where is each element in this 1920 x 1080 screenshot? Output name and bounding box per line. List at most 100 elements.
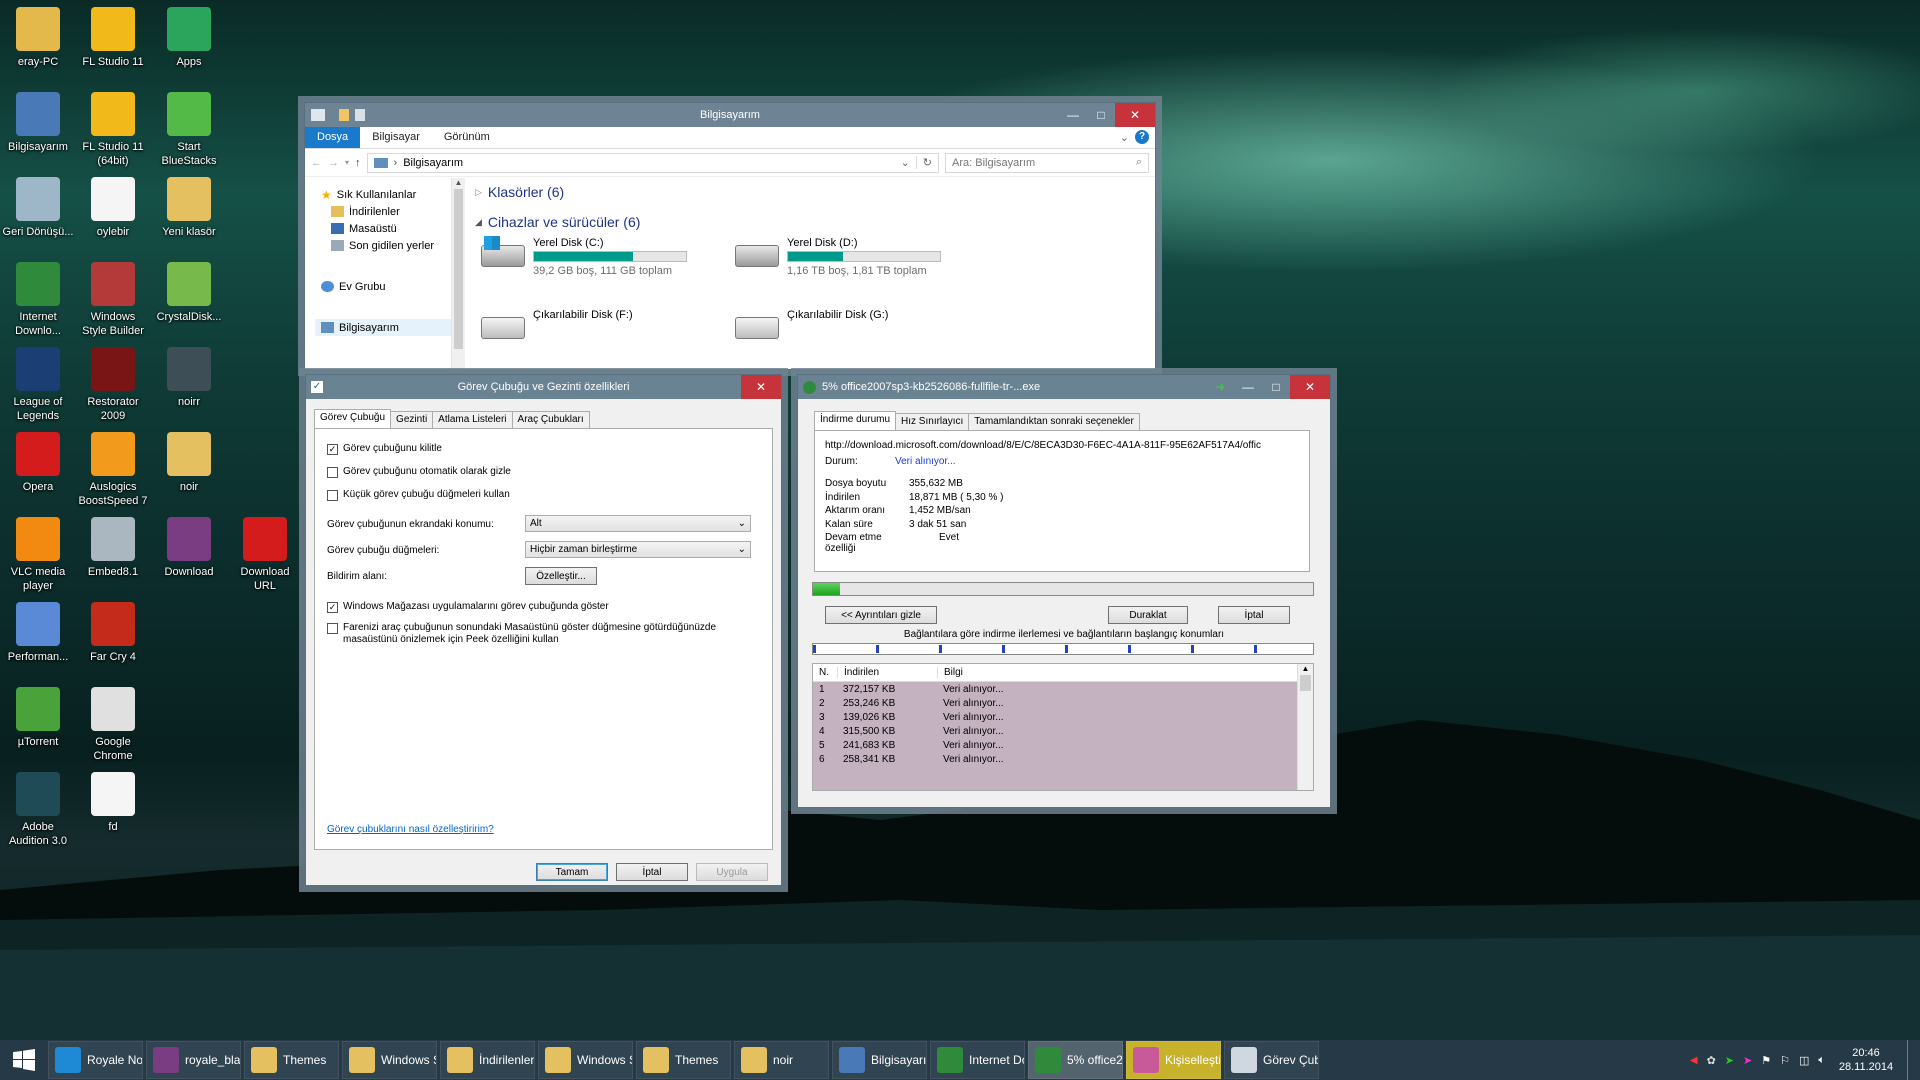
help-icon[interactable]: ?	[1135, 130, 1149, 144]
close-button[interactable]: ✕	[741, 375, 781, 399]
table-row[interactable]: 1 372,157 KB Veri alınıyor...	[813, 682, 1297, 696]
desktop-icon-google-chrome[interactable]: Google Chrome	[77, 687, 149, 763]
search-input[interactable]: Ara: Bilgisayarım ⌕	[945, 152, 1149, 173]
close-button[interactable]: ✕	[1290, 375, 1330, 399]
desktop-icon-eray-pc[interactable]: eray-PC	[2, 7, 74, 69]
taskbar-item[interactable]: Windows S...	[342, 1041, 437, 1079]
help-link[interactable]: Görev çubuklarını nasıl özelleştiririm?	[327, 824, 494, 835]
taskbar-item[interactable]: Görev Çub...	[1224, 1041, 1319, 1079]
desktop-icon-vlc-media-player[interactable]: VLC media player	[2, 517, 74, 593]
pause-button[interactable]: Duraklat	[1108, 606, 1188, 624]
refresh-icon[interactable]: ↻	[915, 156, 932, 169]
table-scrollbar[interactable]: ▲	[1297, 664, 1313, 790]
tab-computer[interactable]: Bilgisayar	[360, 127, 432, 148]
checkbox-box[interactable]: ✓	[327, 444, 338, 455]
position-select[interactable]: Alt ⌄	[525, 515, 751, 532]
autohide-checkbox[interactable]: Görev çubuğunu otomatik olarak gizle	[327, 466, 511, 478]
tray-volume-icon[interactable]: 🔈︎	[1818, 1054, 1825, 1067]
table-row[interactable]: 5 241,683 KB Veri alınıyor...	[813, 738, 1297, 752]
lock-taskbar-checkbox[interactable]: ✓ Görev çubuğunu kilitle	[327, 443, 442, 455]
taskbar-item[interactable]: royale_blac...	[146, 1041, 241, 1079]
desktop-icon-apps[interactable]: Apps	[153, 7, 225, 69]
nav-favorites[interactable]: ★ Sık Kullanılanlar	[321, 186, 454, 203]
dialog-titlebar[interactable]: ✓ Görev Çubuğu ve Gezinti özellikleri ✕	[306, 375, 781, 399]
tab-navigation[interactable]: Gezinti	[390, 411, 434, 428]
properties-icon[interactable]	[339, 109, 349, 121]
nav-recent-places[interactable]: Son gidilen yerler	[321, 237, 454, 254]
start-button[interactable]	[0, 1040, 48, 1080]
desktop-icon-fl-studio-11[interactable]: FL Studio 11	[77, 7, 149, 69]
desktop-icon-download-url[interactable]: Download URL	[229, 517, 301, 593]
customize-button[interactable]: Özelleştir...	[525, 567, 597, 585]
tray-utorrent-icon[interactable]: ➤	[1743, 1054, 1752, 1067]
up-icon[interactable]: ↑	[355, 157, 361, 169]
newfolder-icon[interactable]	[355, 109, 365, 121]
ok-button[interactable]: Tamam	[536, 863, 608, 881]
store-apps-checkbox[interactable]: ✓ Windows Mağazası uygulamalarını görev ç…	[327, 601, 609, 613]
taskbar-item[interactable]: İndirilenler	[440, 1041, 535, 1079]
taskbar-item[interactable]: Themes	[636, 1041, 731, 1079]
tray-app-icon[interactable]: ✿	[1707, 1054, 1716, 1067]
peek-checkbox[interactable]: Farenizi araç çubuğunun sonundaki Masaüs…	[327, 622, 757, 646]
desktop-icon-embed8-1[interactable]: Embed8.1	[77, 517, 149, 579]
maximize-button[interactable]: □	[1262, 375, 1290, 399]
idm-titlebar[interactable]: 5% office2007sp3-kb2526086-fullfile-tr-.…	[798, 375, 1330, 399]
tray-action-center-icon[interactable]: ⚐	[1780, 1054, 1790, 1067]
taskbar-item[interactable]: Themes	[244, 1041, 339, 1079]
desktop-icon-restorator-2009[interactable]: Restorator 2009	[77, 347, 149, 423]
desktop-icon-yeni-klas-r[interactable]: Yeni klasör	[153, 177, 225, 239]
checkbox-box[interactable]: ✓	[327, 602, 338, 613]
tray-network-icon[interactable]: ◫	[1799, 1054, 1809, 1067]
desktop-icon-crystaldisk[interactable]: CrystalDisk...	[153, 262, 225, 324]
apply-button[interactable]: Uygula	[696, 863, 768, 881]
devices-header[interactable]: ◢ Cihazlar ve sürücüler (6)	[475, 211, 1155, 233]
desktop-icon-performan[interactable]: Performan...	[2, 602, 74, 664]
tab-view[interactable]: Görünüm	[432, 127, 502, 148]
tray-arrow-icon[interactable]: ◀	[1690, 1055, 1698, 1066]
desktop-icon-fl-studio-11-64bit[interactable]: FL Studio 11 (64bit)	[77, 92, 149, 168]
folders-header[interactable]: ▷ Klasörler (6)	[475, 181, 1155, 203]
desktop-icon-geri-d-n[interactable]: Geri Dönüşü...	[2, 177, 74, 239]
desktop-icon-far-cry-4[interactable]: Far Cry 4	[77, 602, 149, 664]
tab-download-status[interactable]: İndirme durumu	[814, 411, 897, 430]
maximize-button[interactable]: □	[1087, 103, 1115, 127]
tab-taskbar[interactable]: Görev Çubuğu	[314, 409, 392, 428]
taskbar-item[interactable]: 5% office2...	[1028, 1041, 1123, 1079]
taskbar-item[interactable]: Bilgisayarım	[832, 1041, 927, 1079]
desktop-icon-oylebir[interactable]: oylebir	[77, 177, 149, 239]
cancel-button[interactable]: İptal	[1218, 606, 1290, 624]
desktop-icon-internet-downlo[interactable]: Internet Downlo...	[2, 262, 74, 338]
tab-speed-limiter[interactable]: Hız Sınırlayıcı	[895, 413, 970, 430]
table-row[interactable]: 4 315,500 KB Veri alınıyor...	[813, 724, 1297, 738]
drive-g[interactable]: Çıkarılabilir Disk (G:)	[735, 309, 945, 353]
tab-toolbars[interactable]: Araç Çubukları	[511, 411, 590, 428]
checkbox-box[interactable]	[327, 490, 338, 501]
recent-icon[interactable]: ▾	[345, 158, 349, 167]
drive-f[interactable]: Çıkarılabilir Disk (F:)	[481, 309, 691, 353]
ribbon-expand-icon[interactable]: ⌄	[1114, 127, 1135, 148]
tab-jump-lists[interactable]: Atlama Listeleri	[432, 411, 513, 428]
checkbox-box[interactable]	[327, 467, 338, 478]
tray-flag-icon[interactable]: ⚑	[1761, 1054, 1771, 1067]
explorer-titlebar[interactable]: Bilgisayarım — □ ✕	[305, 103, 1155, 127]
taskbar-item[interactable]: Internet Do...	[930, 1041, 1025, 1079]
show-desktop-button[interactable]	[1907, 1040, 1912, 1080]
scroll-thumb[interactable]	[454, 189, 463, 349]
tray-idm-icon[interactable]: ➤	[1725, 1054, 1734, 1067]
taskbar-item[interactable]: Windows S...	[538, 1041, 633, 1079]
pin-icon[interactable]: ➜	[1206, 375, 1234, 399]
back-icon[interactable]: ←	[311, 157, 322, 169]
address-dropdown-icon[interactable]: ⌄	[901, 156, 910, 169]
quick-access-icon[interactable]	[311, 109, 325, 121]
taskbar-item[interactable]: Royale Noi...	[48, 1041, 143, 1079]
table-row[interactable]: 3 139,026 KB Veri alınıyor...	[813, 710, 1297, 724]
hide-details-button[interactable]: << Ayrıntıları gizle	[825, 606, 937, 624]
forward-icon[interactable]: →	[328, 157, 339, 169]
drive-d[interactable]: Yerel Disk (D:) 1,16 TB boş, 1,81 TB top…	[735, 237, 945, 281]
nav-desktop[interactable]: Masaüstü	[321, 220, 454, 237]
desktop-icon-league-of-legends[interactable]: League of Legends	[2, 347, 74, 423]
checkbox-box[interactable]	[327, 623, 338, 634]
table-row[interactable]: 2 253,246 KB Veri alınıyor...	[813, 696, 1297, 710]
minimize-button[interactable]: —	[1234, 375, 1262, 399]
desktop-icon-adobe-audition-3-0[interactable]: Adobe Audition 3.0	[2, 772, 74, 848]
